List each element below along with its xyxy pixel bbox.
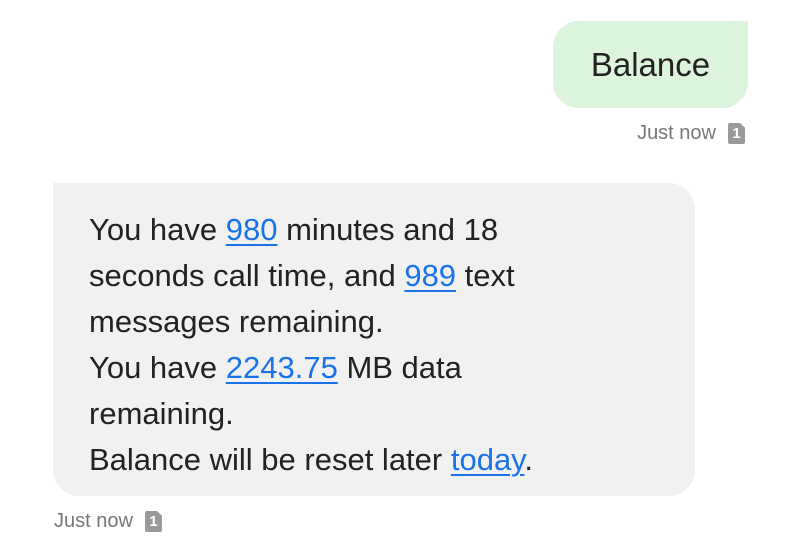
message-text: Balance will be reset later — [89, 442, 451, 477]
message-line: You have 980 minutes and 18 seconds call… — [89, 207, 665, 483]
message-text: MB data — [337, 350, 462, 385]
message-text: minutes and 18 — [277, 212, 499, 247]
message-text: . — [524, 442, 534, 477]
outgoing-message-bubble[interactable]: Balance — [553, 21, 748, 108]
message-thread: Balance Just now 1 You have 980 minutes … — [0, 0, 800, 560]
texts-link[interactable]: 989 — [404, 258, 456, 293]
incoming-message-meta: Just now 1 — [54, 510, 162, 533]
message-text: You have — [89, 212, 226, 247]
message-text: messages remaining. — [89, 304, 384, 339]
sim-card-icon: 1 — [144, 511, 162, 532]
incoming-message-bubble[interactable]: You have 980 minutes and 18 seconds call… — [53, 183, 695, 496]
message-text: You have — [89, 350, 226, 385]
sim-card-icon: 1 — [728, 123, 745, 144]
outgoing-timestamp: Just now — [637, 122, 716, 144]
message-text: text — [456, 258, 515, 293]
message-text: seconds call time, and — [89, 258, 405, 293]
incoming-timestamp: Just now — [54, 510, 133, 532]
outgoing-message-meta: Just now 1 — [637, 122, 745, 145]
outgoing-message-text: Balance — [590, 45, 711, 83]
reset-date-link[interactable]: today — [451, 442, 525, 477]
data-amount-link[interactable]: 2243.75 — [226, 350, 338, 385]
message-text: remaining. — [89, 396, 234, 431]
minutes-link[interactable]: 980 — [226, 212, 278, 247]
